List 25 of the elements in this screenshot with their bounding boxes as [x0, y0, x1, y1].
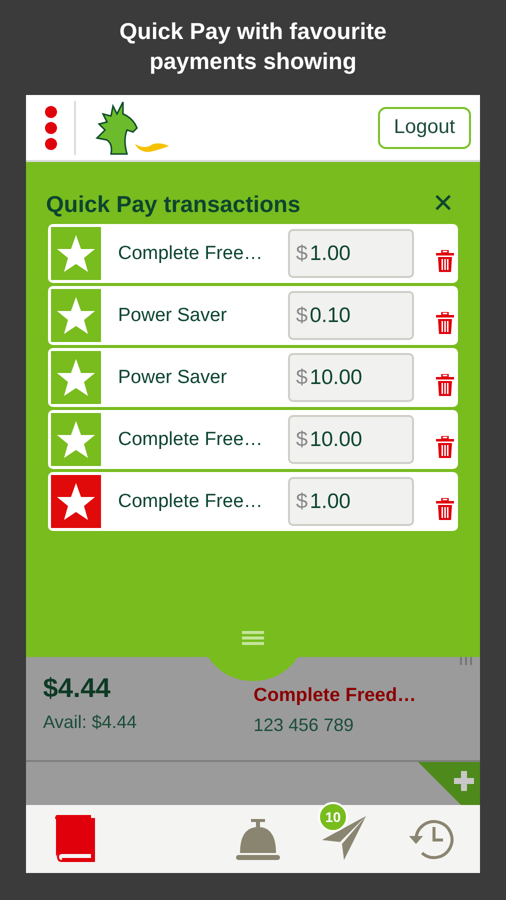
panel-title: Quick Pay transactions — [46, 190, 300, 218]
available-text: Avail: $4.44 — [43, 712, 138, 733]
payee-name: Complete Free… — [117, 490, 264, 512]
account-name: Complete Freed… — [254, 685, 418, 707]
amount-field[interactable]: $0.10 — [288, 291, 414, 340]
caption-text: Quick Pay with favourite — [119, 17, 387, 46]
payee-name: Complete Free… — [117, 242, 264, 264]
transaction-row[interactable]: Complete Free… $1.00 — [48, 472, 458, 531]
balance-text: $4.44 — [43, 673, 112, 704]
transaction-row[interactable]: Power Saver $0.10 — [48, 286, 458, 345]
account-card[interactable]: $4.44 Avail: $4.44 Complete Freed… 123 456 789 — [26, 657, 480, 762]
amount-field[interactable]: $10.00 — [288, 415, 414, 464]
caption-text: payments showing — [148, 47, 358, 76]
payee-name: Power Saver — [117, 304, 228, 326]
account-number: 123 456 789 — [254, 715, 355, 736]
amount-field[interactable]: $1.00 — [288, 229, 414, 278]
transaction-row[interactable]: Complete Free… $1.00 — [48, 224, 458, 283]
amount-field[interactable]: $1.00 — [288, 477, 414, 526]
payee-name: Power Saver — [117, 366, 228, 388]
transaction-row[interactable]: Complete Free… $10.00 — [48, 410, 458, 469]
payee-name: Complete Free… — [117, 428, 264, 450]
transaction-row[interactable]: Power Saver $10.00 — [48, 348, 458, 407]
close-button[interactable]: ✕ — [426, 189, 460, 219]
logout-button[interactable]: Logout — [378, 106, 471, 148]
amount-field[interactable]: $10.00 — [288, 353, 414, 402]
